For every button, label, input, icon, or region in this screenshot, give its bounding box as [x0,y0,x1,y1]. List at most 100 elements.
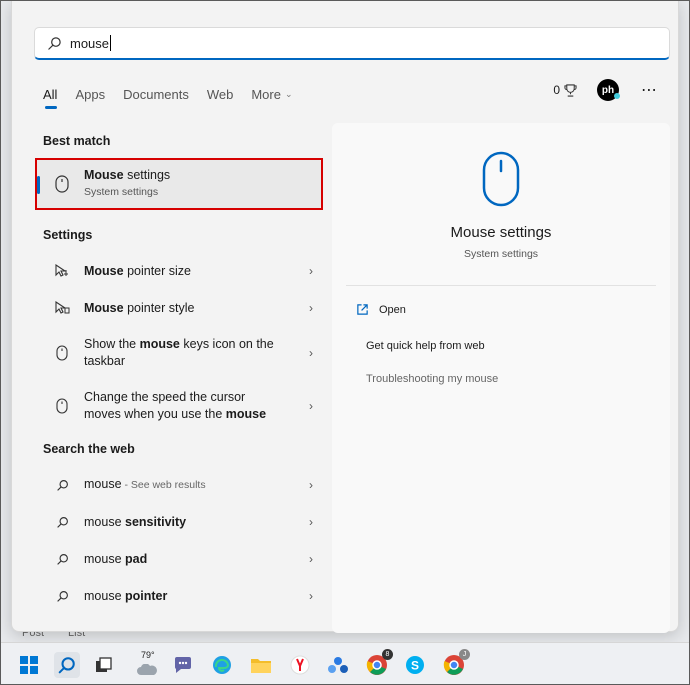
task-view-icon[interactable] [91,652,117,678]
tab-label: Apps [75,86,106,102]
chevron-right-icon: › [309,346,313,360]
list-item[interactable]: Change the speed the cursor moves when y… [36,388,321,424]
filter-tabs: All Apps Documents Web More ⌄ [43,83,311,109]
item-label-bold: mouse [139,337,180,351]
mouse-icon [49,175,75,193]
svg-text:S: S [411,659,419,673]
search-icon [49,553,75,566]
avatar-status-dot [614,93,620,99]
chrome-icon[interactable]: 8 [364,649,393,678]
rewards-points[interactable]: 0 [553,83,577,97]
web-result-item[interactable]: mouse sensitivity › [36,512,321,532]
search-box[interactable]: mouse [34,27,670,60]
chrome-icon[interactable]: J [441,649,470,678]
troubleshoot-action[interactable]: Troubleshooting my mouse [366,373,498,385]
search-icon [49,590,75,603]
tab-label: Documents [123,86,189,102]
mouse-icon [482,151,520,212]
chevron-right-icon: › [309,552,313,566]
start-search-panel: mouse All Apps Documents Web More ⌄ 0 ph … [11,0,679,633]
best-match-heading: Best match [43,134,111,148]
item-label: mouse [84,514,125,529]
file-explorer-icon[interactable] [248,652,274,678]
item-suffix: - See web results [121,479,206,491]
web-result-item[interactable]: mouse pointer › [36,586,321,606]
tab-label: More [251,86,281,102]
windows-start-icon[interactable] [16,652,42,678]
cloud-icon [137,664,157,675]
divider [346,285,656,286]
item-label-bold: sensitivity [125,514,187,529]
tab-all[interactable]: All [43,83,58,109]
edge-browser-icon[interactable] [209,652,235,678]
chevron-right-icon: › [309,301,313,315]
trophy-icon [564,83,577,97]
list-item[interactable]: Show the mouse keys icon on the taskbar … [36,335,321,371]
best-match-subtitle: System settings [84,186,159,198]
best-match-item[interactable]: Mouse settings System settings [36,159,321,209]
item-label-bold: Mouse [84,300,124,315]
search-icon[interactable] [54,652,80,678]
web-result-item[interactable]: mouse pad › [36,549,321,569]
open-external-icon [357,304,368,315]
weather-widget[interactable]: 79° [130,650,164,678]
open-action[interactable]: Open [356,303,406,316]
tab-apps[interactable]: Apps [75,83,105,105]
search-icon [48,36,61,50]
preview-title: Mouse settings [450,224,552,241]
item-label: mouse [84,551,125,566]
mouse-icon [49,345,75,361]
action-label: Get quick help from web [366,340,485,352]
chevron-right-icon: › [309,478,313,492]
tab-more[interactable]: More ⌄ [251,83,292,105]
pointer-icon [49,301,75,315]
chevron-right-icon: › [309,399,313,413]
item-label: mouse [84,477,122,491]
action-label: Open [379,303,406,316]
quick-help-action[interactable]: Get quick help from web [366,340,485,352]
item-label: pointer size [123,263,191,278]
skype-icon[interactable]: S [402,652,428,678]
tab-web[interactable]: Web [207,83,234,105]
tab-label: Web [206,86,234,102]
yandex-browser-icon[interactable] [287,652,313,678]
app-icon[interactable] [325,652,351,678]
web-result-item[interactable]: mouse - See web results › [36,475,321,495]
notification-badge: 8 [382,649,393,660]
item-label-bold: Mouse [84,263,124,278]
weather-temp: 79° [141,650,155,660]
item-label: pointer style [123,300,195,315]
list-item[interactable]: Mouse pointer style › [36,298,321,318]
preview-subtitle: System settings [463,248,539,260]
item-label: Show the [84,337,140,351]
search-icon [49,516,75,529]
chat-icon[interactable] [170,652,196,678]
action-label: Troubleshooting my mouse [366,373,499,385]
item-label-bold: mouse [225,407,267,421]
item-label-bold: pad [125,551,148,566]
mouse-icon [49,398,75,414]
search-input[interactable]: mouse [70,36,109,51]
chevron-right-icon: › [309,264,313,278]
settings-heading: Settings [43,228,93,242]
item-label: mouse [84,588,125,603]
list-item[interactable]: Mouse pointer size › [36,261,321,281]
points-count: 0 [553,83,560,97]
chevron-right-icon: › [309,589,313,603]
avatar[interactable]: ph [597,79,620,101]
tab-documents[interactable]: Documents [123,83,189,105]
pointer-icon [49,264,75,278]
selection-indicator [37,176,40,194]
item-label: Change the speed the cursor moves when y… [84,390,246,421]
tab-label: All [43,86,58,102]
best-match-title: Mouse settings [84,168,171,182]
avatar-initials: ph [601,84,615,96]
more-options-icon[interactable]: ⋯ [641,80,658,100]
chevron-right-icon: › [309,515,313,529]
chevron-down-icon: ⌄ [284,88,293,99]
text-caret [110,35,112,51]
search-web-heading: Search the web [43,442,135,456]
taskbar: 79° 8 S J [0,642,690,685]
preview-pane: Mouse settings System settings Open Get … [332,123,670,633]
search-icon [49,479,75,492]
